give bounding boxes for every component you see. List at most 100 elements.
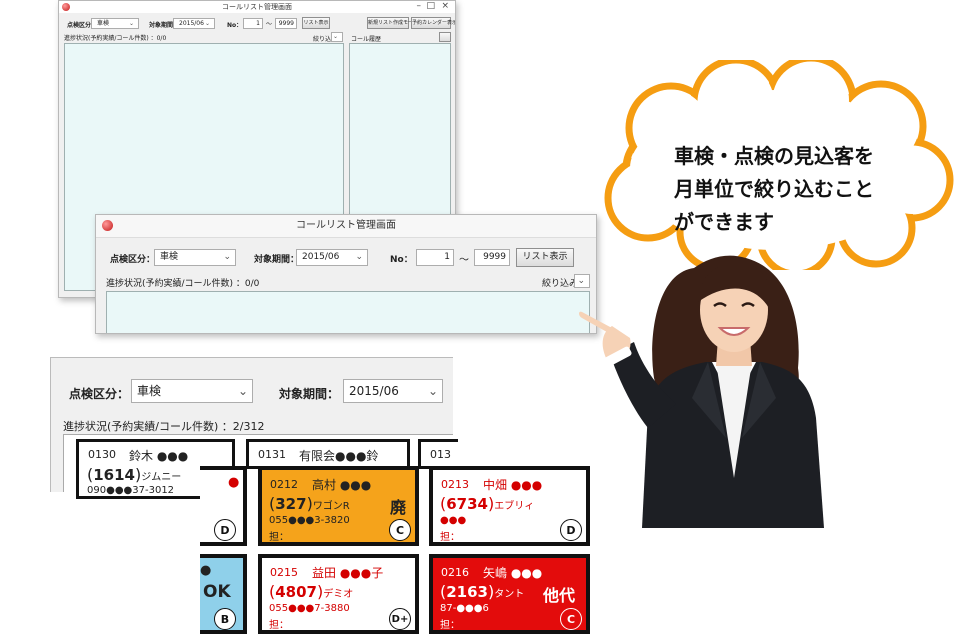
- period-select[interactable]: 2015/06 ⌄: [173, 18, 215, 29]
- call-history-label: コール履歴: [351, 36, 382, 43]
- call-list-panel[interactable]: [106, 291, 590, 333]
- card-phone: 055●●●7-3880: [269, 603, 350, 614]
- close-button[interactable]: ×: [441, 1, 449, 12]
- period-value: 2015/06: [302, 252, 340, 262]
- filter-label: 絞り込み: [542, 279, 579, 289]
- card-customer-name: 益田 ●●●子: [312, 566, 384, 580]
- progress-status: 進捗状況(予約実績/コール件数) ：0/0: [64, 35, 167, 42]
- title-bar: コールリスト管理画面 – □ ×: [59, 1, 455, 13]
- grade-badge: C: [560, 608, 582, 630]
- list-show-button[interactable]: リスト表示: [516, 248, 574, 267]
- card-person: 担：: [269, 532, 289, 543]
- call-card[interactable]: ● OK B: [200, 554, 247, 634]
- status-tag: 廃: [390, 498, 407, 517]
- card-plate-number: (2163)タント: [440, 582, 525, 601]
- card-number: 0216: [441, 566, 469, 579]
- card-plate-number: (4807)デミオ: [269, 582, 354, 601]
- period-label: 対象期間：: [279, 387, 340, 401]
- history-clear-button[interactable]: [439, 32, 451, 42]
- tilde: ～: [266, 21, 273, 28]
- title-bar: コールリスト管理画面: [96, 215, 596, 238]
- card-customer-name: 矢嶋 ●●●: [483, 566, 543, 580]
- no-to-input[interactable]: 9999: [275, 18, 297, 29]
- card-number: 0130: [88, 448, 116, 461]
- period-select[interactable]: 2015/06 ⌄: [343, 379, 443, 403]
- grade-badge: D: [214, 519, 236, 541]
- chevron-down-icon: ⌄: [332, 33, 338, 40]
- card-plate-number: (6734)エブリィ: [440, 494, 535, 513]
- grade-badge: D+: [389, 608, 411, 630]
- callout-line: 月単位で絞り込むこと: [674, 177, 874, 201]
- new-list-button[interactable]: 新規リスト作成モード: [367, 17, 418, 29]
- card-plate-number: (327)ワゴンR: [269, 494, 350, 513]
- window-title: コールリスト管理画面: [296, 220, 396, 231]
- app-icon: [62, 3, 70, 11]
- progress-status: 進捗状況(予約実績/コール件数) ：2/312: [63, 420, 265, 433]
- card-customer-name: 鈴木 ●●●: [129, 449, 189, 463]
- chevron-down-icon: ⌄: [223, 252, 231, 262]
- period-value: 2015/06: [349, 384, 399, 398]
- no-label: No：: [390, 255, 413, 265]
- card-phone: ●●●: [440, 515, 467, 526]
- card-customer-name: ●: [228, 475, 240, 490]
- inspection-select[interactable]: 車検 ⌄: [131, 379, 253, 403]
- car-model: ワゴンR: [312, 501, 350, 512]
- no-from-input[interactable]: 1: [416, 249, 454, 266]
- car-model: ジムニー: [141, 472, 182, 483]
- inspection-label: 点検区分：: [69, 387, 130, 401]
- car-model: エブリィ: [494, 501, 535, 512]
- card-customer-name: 高村 ●●●: [312, 478, 372, 492]
- card-customer-name: 中畑 ●●●: [483, 478, 543, 492]
- period-value: 2015/06: [179, 20, 204, 27]
- call-card[interactable]: 0212 高村 ●●● (327)ワゴンR 廃 055●●●3-3820 担： …: [258, 466, 419, 546]
- inspection-select[interactable]: 車検 ⌄: [154, 249, 236, 266]
- grade-badge: C: [389, 519, 411, 541]
- chevron-down-icon: ⌄: [355, 252, 363, 262]
- callout-text: 車検・点検の見込客を 月単位で絞り込むこと ができます: [674, 140, 934, 239]
- card-number: 0213: [441, 478, 469, 491]
- call-card[interactable]: ● D: [200, 466, 247, 546]
- inspection-select[interactable]: 車検 ⌄: [91, 18, 139, 29]
- card-customer-name: ●: [200, 563, 212, 578]
- inspection-value: 車検: [137, 384, 162, 398]
- filter-select[interactable]: ⌄: [331, 32, 343, 42]
- card-number: 0212: [270, 478, 298, 491]
- call-card[interactable]: 0213 中畑 ●●● (6734)エブリィ ●●● 担： D: [429, 466, 590, 546]
- calendar-button[interactable]: 予約カレンダー表示: [411, 17, 455, 29]
- status-tag: 他代: [543, 586, 576, 605]
- card-plate-number: (1614)ジムニー: [87, 465, 182, 484]
- car-model: デミオ: [323, 589, 354, 600]
- no-from-input[interactable]: 1: [243, 18, 263, 29]
- card-phone: 055●●●3-3820: [269, 515, 350, 526]
- progress-status: 進捗状況(予約実績/コール件数) ：0/0: [106, 279, 260, 289]
- card-phone: 090●●●37-3012: [87, 485, 175, 496]
- card-number: 0131: [258, 448, 286, 461]
- call-card[interactable]: 0215 益田 ●●●子 (4807)デミオ 055●●●7-3880 担： D…: [258, 554, 419, 634]
- car-model: タント: [494, 589, 525, 600]
- period-select[interactable]: 2015/06 ⌄: [296, 249, 368, 266]
- card-person: 担：: [440, 532, 460, 543]
- call-card[interactable]: 013: [418, 439, 458, 469]
- card-person: 担：: [440, 620, 460, 631]
- chevron-down-icon: ⌄: [237, 384, 248, 398]
- plate-digits: 2163: [446, 583, 488, 601]
- card-person: 担：: [269, 620, 289, 631]
- call-card[interactable]: 0216 矢嶋 ●●● (2163)タント 他代 87-●●●6 担： C: [429, 554, 590, 634]
- plate-digits: 327: [275, 495, 307, 513]
- no-label: No：: [227, 22, 243, 29]
- chevron-down-icon: ⌄: [427, 384, 438, 398]
- maximize-button[interactable]: □: [426, 1, 435, 12]
- card-customer-name: 有限会●●●鈴: [299, 449, 379, 463]
- card-phone: 87-●●●6: [440, 603, 489, 614]
- minimize-button[interactable]: –: [417, 1, 422, 12]
- call-card[interactable]: 0131 有限会●●●鈴: [246, 439, 410, 469]
- chevron-down-icon: ⌄: [204, 20, 210, 27]
- inspection-value: 車検: [160, 252, 179, 262]
- plate-digits: 4807: [275, 583, 317, 601]
- list-show-button[interactable]: リスト表示: [302, 17, 330, 29]
- card-number: 013: [430, 448, 451, 461]
- app-icon: [102, 220, 113, 231]
- status-tag: OK: [203, 582, 231, 602]
- inspection-value: 車検: [97, 20, 110, 27]
- no-to-input[interactable]: 9999: [474, 249, 510, 266]
